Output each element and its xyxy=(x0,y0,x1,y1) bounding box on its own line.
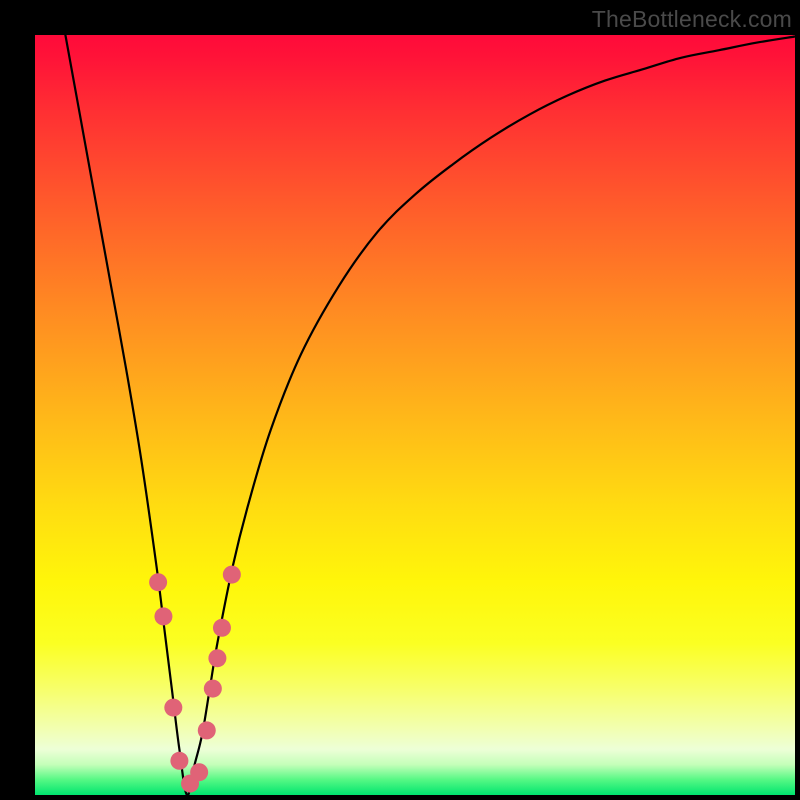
marker-dot xyxy=(154,607,172,625)
marker-dot xyxy=(149,573,167,591)
chart-frame: TheBottleneck.com xyxy=(0,0,800,800)
curve-layer xyxy=(35,35,795,795)
marker-dot xyxy=(213,619,231,637)
marker-dot xyxy=(164,699,182,717)
marker-dot xyxy=(204,680,222,698)
marker-dot xyxy=(198,721,216,739)
watermark-text: TheBottleneck.com xyxy=(592,6,792,33)
highlight-markers xyxy=(149,566,241,793)
marker-dot xyxy=(208,649,226,667)
bottleneck-curve xyxy=(65,35,795,795)
marker-dot xyxy=(190,763,208,781)
plot-area xyxy=(35,35,795,795)
marker-dot xyxy=(170,752,188,770)
marker-dot xyxy=(223,566,241,584)
